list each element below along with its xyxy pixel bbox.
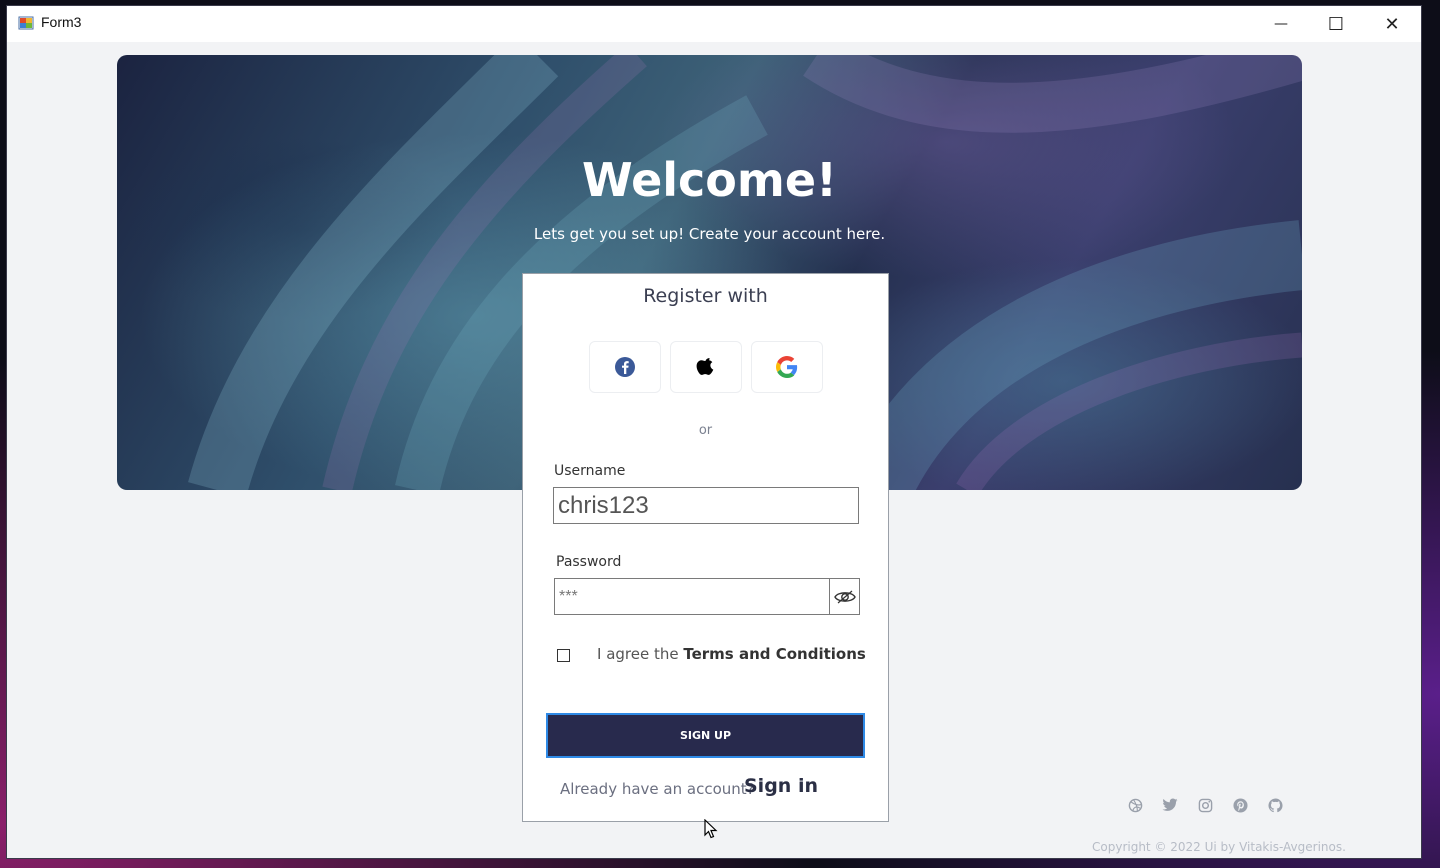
already-have-account-text: Already have an account? <box>560 780 755 798</box>
welcome-subtitle: Lets get you set up! Create your account… <box>533 225 886 243</box>
sign-in-link[interactable]: Sign in <box>744 775 818 797</box>
username-input[interactable] <box>553 487 859 524</box>
agree-checkbox[interactable] <box>557 649 570 662</box>
close-button[interactable]: ✕ <box>1364 6 1420 42</box>
window-title: Form3 <box>41 14 82 30</box>
register-title: Register with <box>643 285 768 307</box>
pinterest-icon[interactable] <box>1231 796 1249 814</box>
register-card: Register with or Username chris123 Passw… <box>522 273 889 822</box>
maximize-button[interactable]: ☐ <box>1308 6 1364 42</box>
welcome-heading: Welcome! <box>581 153 838 207</box>
terms-link[interactable]: Terms and Conditions <box>683 645 865 663</box>
password-label: Password <box>556 554 622 570</box>
github-icon[interactable] <box>1266 796 1284 814</box>
apple-icon <box>696 358 714 375</box>
facebook-button[interactable] <box>589 341 661 393</box>
app-window: Form3 — ☐ ✕ Welcome! Lets get you set up… <box>7 6 1421 858</box>
apple-button[interactable] <box>670 341 742 393</box>
toggle-password-visibility-button[interactable] <box>829 578 860 615</box>
maximize-icon: ☐ <box>1327 13 1345 35</box>
agree-text: I agree the <box>597 645 684 663</box>
google-icon <box>776 356 798 378</box>
password-input[interactable] <box>554 578 830 615</box>
google-button[interactable] <box>751 341 823 393</box>
minimize-button[interactable]: — <box>1253 6 1309 42</box>
footer-social-icons <box>1126 796 1284 816</box>
username-label: Username <box>554 463 626 479</box>
mouse-cursor-icon <box>704 819 718 839</box>
facebook-icon <box>615 357 635 377</box>
dribbble-icon[interactable] <box>1126 796 1144 814</box>
form-content: Welcome! Lets get you set up! Create you… <box>7 42 1421 858</box>
twitter-icon[interactable] <box>1161 796 1179 814</box>
eye-icon <box>833 590 856 603</box>
app-icon <box>18 16 34 30</box>
sign-up-button[interactable]: SIGN UP <box>546 713 865 758</box>
minimize-icon: — <box>1274 16 1288 32</box>
agree-terms-label: I agree the Terms and Conditions <box>597 645 866 663</box>
instagram-icon[interactable] <box>1196 796 1214 814</box>
close-icon: ✕ <box>1384 13 1400 35</box>
copyright-text: Copyright © 2022 Ui by Vitakis-Avgerinos… <box>1092 840 1346 854</box>
title-bar: Form3 — ☐ ✕ <box>7 6 1421 42</box>
or-separator: or <box>698 423 713 438</box>
